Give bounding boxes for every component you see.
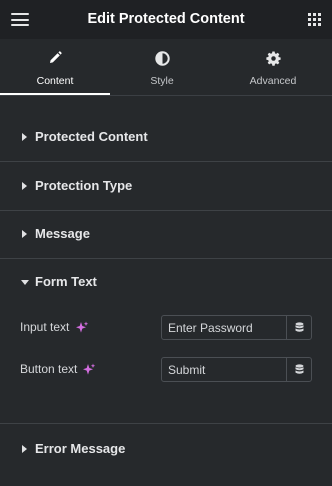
caret-right-icon (22, 182, 27, 190)
tab-advanced[interactable]: Advanced (218, 39, 328, 96)
half-circle-icon (154, 51, 170, 66)
section-title: Protection Type (35, 178, 133, 193)
section-protected-content[interactable]: Protected Content (0, 113, 332, 162)
caret-down-icon (21, 280, 29, 285)
panel-tabs: Content Style Advanced (0, 39, 332, 96)
tab-style[interactable]: Style (107, 39, 217, 96)
caret-right-icon (22, 133, 27, 141)
dynamic-tags-button[interactable] (286, 358, 311, 381)
input-text-label: Input text (20, 320, 70, 334)
ai-sparkle-icon[interactable] (82, 363, 96, 377)
button-text-field-wrap (161, 357, 312, 382)
input-text-field-wrap (161, 315, 312, 340)
header-bar: Edit Protected Content (0, 0, 332, 39)
database-icon (295, 322, 303, 332)
caret-right-icon (22, 230, 27, 238)
section-message[interactable]: Message (0, 210, 332, 259)
panel-title: Edit Protected Content (87, 11, 245, 27)
section-divider (0, 423, 332, 424)
caret-right-icon (22, 445, 27, 453)
section-protection-type[interactable]: Protection Type (0, 162, 332, 211)
section-title: Form Text (35, 274, 97, 289)
section-title: Message (35, 226, 90, 241)
button-text-label: Button text (20, 362, 78, 376)
tabs-divider (0, 95, 332, 96)
input-text-field[interactable] (162, 316, 288, 339)
section-form-text[interactable]: Form Text (0, 258, 332, 306)
tab-content[interactable]: Content (0, 39, 110, 96)
tab-style-label: Style (150, 75, 174, 87)
section-title: Error Message (35, 441, 126, 456)
ai-sparkle-icon[interactable] (75, 321, 89, 335)
gear-icon (265, 51, 281, 66)
button-text-field[interactable] (162, 358, 288, 381)
pencil-icon (50, 51, 62, 63)
tab-advanced-label: Advanced (249, 75, 297, 87)
tab-content-label: Content (36, 75, 74, 87)
section-error-message[interactable]: Error Message (0, 425, 332, 473)
dynamic-tags-button[interactable] (286, 316, 311, 339)
grid-icon[interactable] (308, 13, 321, 26)
section-title: Protected Content (35, 129, 148, 144)
database-icon (295, 364, 303, 374)
